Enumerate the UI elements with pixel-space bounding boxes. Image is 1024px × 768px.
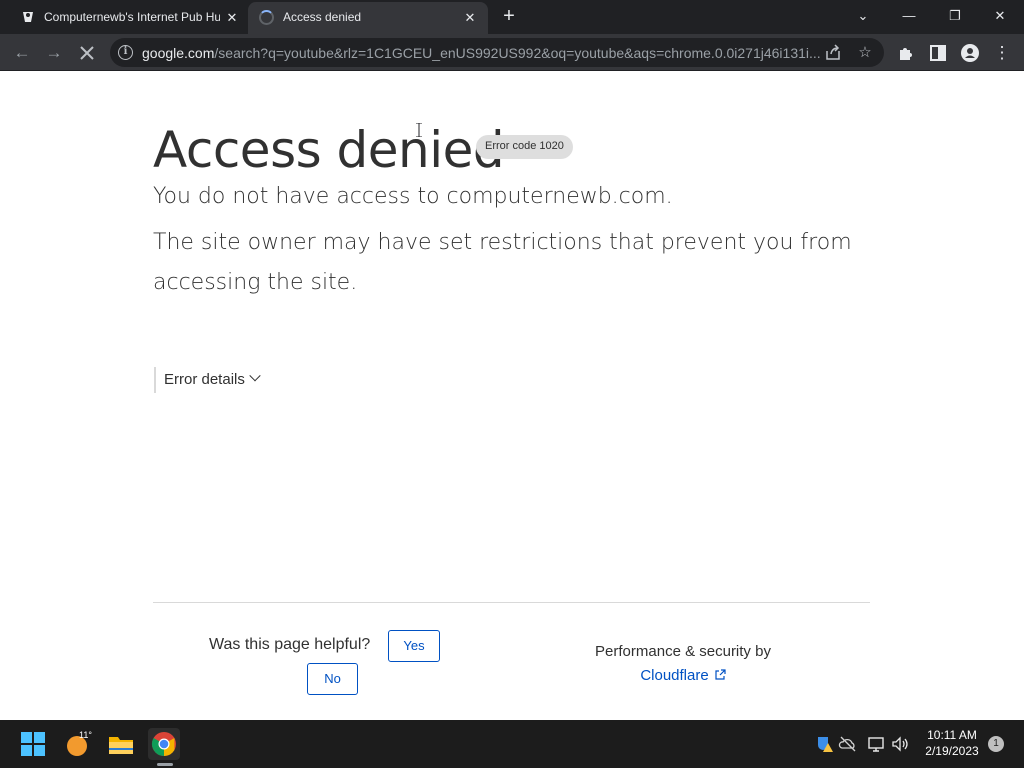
feedback-yes-button[interactable]: Yes: [388, 630, 440, 662]
volume-icon[interactable]: [890, 734, 910, 754]
extensions-icon[interactable]: [894, 41, 918, 65]
feedback-question: Was this page helpful?: [209, 636, 371, 653]
cloudflare-footer: Performance & security by Cloudflare: [560, 640, 806, 688]
chrome-icon[interactable]: [148, 728, 180, 760]
url-path: /search?q=youtube&rlz=1C1GCEU_enUS992US9…: [214, 45, 821, 61]
error-details-toggle[interactable]: Error details: [154, 367, 261, 393]
window-close-icon[interactable]: ✕: [990, 6, 1010, 26]
windows-taskbar: 11° 10:11 AM 2/19/2023 1: [0, 720, 1024, 768]
access-message: You do not have access to computernewb.c…: [153, 184, 673, 209]
tab-close-icon[interactable]: ✕: [224, 10, 240, 26]
tab-title: Computernewb's Internet Pub Hub: [44, 10, 220, 24]
loading-spinner-icon: [259, 10, 274, 25]
page-content: Access denied Error code 1020 You do not…: [0, 71, 1024, 720]
error-code-badge: Error code 1020: [476, 135, 573, 159]
computernewb-favicon-icon: [23, 12, 33, 22]
network-icon[interactable]: [866, 734, 886, 754]
profile-icon[interactable]: [958, 41, 982, 65]
windows-start-icon[interactable]: [17, 728, 49, 760]
url-host: google.com: [142, 45, 215, 61]
text-cursor-icon: [416, 123, 422, 137]
active-app-indicator: [157, 763, 173, 766]
address-url[interactable]: google.com/search?q=youtube&rlz=1C1GCEU_…: [142, 45, 822, 61]
performance-label: Performance & security by: [595, 643, 771, 660]
cloudflare-link-text: Cloudflare: [640, 667, 709, 684]
back-icon[interactable]: ←: [10, 41, 34, 65]
system-clock[interactable]: 10:11 AM 2/19/2023: [918, 727, 986, 759]
file-explorer-icon[interactable]: [105, 728, 137, 760]
security-warning-icon[interactable]: [815, 734, 835, 754]
menu-icon[interactable]: ⋮: [990, 41, 1014, 65]
address-bar[interactable]: i google.com/search?q=youtube&rlz=1C1GCE…: [110, 38, 884, 67]
external-link-icon: [715, 669, 726, 680]
browser-toolbar: ← → i google.com/search?q=youtube&rlz=1C…: [0, 34, 1024, 71]
tab-search-icon[interactable]: ⌄: [853, 6, 873, 26]
chrome-logo-icon: [151, 732, 176, 756]
chevron-down-icon: [249, 370, 261, 382]
tab-computernewb[interactable]: Computernewb's Internet Pub Hub ✕: [8, 2, 246, 34]
restore-icon[interactable]: ❐: [945, 6, 965, 26]
tab-title: Access denied: [283, 10, 362, 24]
footer-divider: [153, 602, 870, 603]
cloudflare-link[interactable]: Cloudflare: [560, 664, 806, 688]
onedrive-icon[interactable]: [838, 734, 858, 754]
star-icon[interactable]: ☆: [854, 42, 876, 64]
clock-date: 2/19/2023: [925, 744, 979, 758]
error-details-label: Error details: [164, 371, 245, 388]
tab-strip: Computernewb's Internet Pub Hub ✕ Access…: [0, 0, 1024, 34]
share-icon[interactable]: [822, 42, 844, 64]
stop-icon[interactable]: [75, 41, 99, 65]
forward-icon[interactable]: →: [42, 41, 66, 65]
site-info-icon[interactable]: i: [118, 45, 133, 60]
page-title: Access denied: [153, 121, 505, 179]
new-tab-button[interactable]: +: [498, 5, 520, 27]
notification-count-badge[interactable]: 1: [988, 736, 1004, 752]
minimize-icon[interactable]: —: [899, 6, 919, 26]
clock-time: 10:11 AM: [927, 728, 977, 742]
weather-temperature: 11°: [79, 730, 92, 740]
tab-close-icon[interactable]: ✕: [462, 10, 478, 26]
tab-access-denied[interactable]: Access denied ✕: [248, 2, 488, 34]
feedback-no-button[interactable]: No: [307, 663, 358, 695]
restriction-description: The site owner may have set restrictions…: [153, 230, 852, 295]
side-panel-icon[interactable]: [926, 41, 950, 65]
